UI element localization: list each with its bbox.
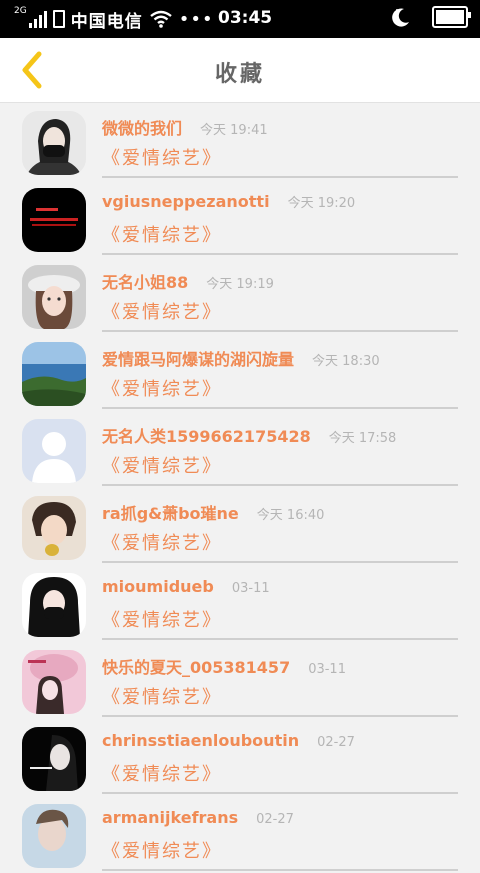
list-item[interactable]: ra抓g&萧bo璀ne 今天 16:40 《爱情综艺》 bbox=[0, 488, 480, 565]
item-name: 无名小姐88 bbox=[102, 273, 189, 292]
avatar[interactable] bbox=[22, 573, 86, 637]
item-subtitle: 《爱情综艺》 bbox=[102, 687, 222, 708]
moon-icon bbox=[392, 8, 409, 27]
item-name: 爱情跟马阿爆谋的湖闪旋量 bbox=[102, 350, 295, 369]
avatar[interactable] bbox=[22, 111, 86, 175]
list-item[interactable]: 微微的我们 今天 19:41 《爱情综艺》 bbox=[0, 103, 480, 180]
item-time: 02-27 bbox=[317, 735, 355, 750]
avatar[interactable] bbox=[22, 650, 86, 714]
item-time: 今天 19:19 bbox=[206, 277, 274, 292]
avatar[interactable] bbox=[22, 188, 86, 252]
signal-icon bbox=[28, 10, 47, 28]
wifi-icon bbox=[149, 10, 172, 28]
list-item[interactable]: 爱情跟马阿爆谋的湖闪旋量 今天 18:30 《爱情综艺》 bbox=[0, 334, 480, 411]
item-name: vgiusneppezanotti bbox=[102, 192, 270, 211]
item-time: 03-11 bbox=[308, 662, 346, 677]
item-name: 无名人类1599662175428 bbox=[102, 427, 311, 446]
network-type: 2G bbox=[14, 6, 27, 16]
item-name: chrinsstiaenlouboutin bbox=[102, 731, 300, 750]
item-subtitle: 《爱情综艺》 bbox=[102, 225, 222, 246]
item-time: 今天 19:41 bbox=[200, 123, 268, 138]
item-subtitle: 《爱情综艺》 bbox=[102, 610, 222, 631]
item-time: 今天 18:30 bbox=[312, 354, 380, 369]
divider bbox=[102, 792, 458, 794]
status-bar: 2G 中国电信 ••• 03:45 bbox=[0, 0, 480, 38]
item-time: 今天 17:58 bbox=[328, 431, 397, 446]
item-name: mioumidueb bbox=[102, 577, 214, 596]
item-subtitle: 《爱情综艺》 bbox=[102, 533, 222, 554]
avatar[interactable] bbox=[22, 342, 86, 406]
divider bbox=[102, 330, 458, 332]
divider bbox=[102, 561, 458, 563]
carrier-name: 中国电信 bbox=[70, 11, 143, 32]
divider bbox=[102, 869, 458, 871]
list-item[interactable]: 无名小姐88 今天 19:19 《爱情综艺》 bbox=[0, 257, 480, 334]
item-subtitle: 《爱情综艺》 bbox=[102, 841, 222, 862]
list-item[interactable]: armanijkefrans 02-27 《爱情综艺》 bbox=[0, 796, 480, 873]
avatar[interactable] bbox=[22, 265, 86, 329]
more-notifications-icon: ••• bbox=[178, 8, 214, 30]
avatar[interactable] bbox=[22, 419, 86, 483]
list-item[interactable]: mioumidueb 03-11 《爱情综艺》 bbox=[0, 565, 480, 642]
status-time: 03:45 bbox=[218, 8, 273, 28]
item-name: armanijkefrans bbox=[102, 808, 239, 827]
divider bbox=[102, 484, 458, 486]
item-subtitle: 《爱情综艺》 bbox=[102, 456, 222, 477]
divider bbox=[102, 176, 458, 178]
item-time: 02-27 bbox=[256, 812, 294, 827]
item-time: 今天 16:40 bbox=[256, 508, 325, 523]
divider bbox=[102, 407, 458, 409]
divider bbox=[102, 715, 458, 717]
item-subtitle: 《爱情综艺》 bbox=[102, 148, 222, 169]
item-name: 快乐的夏天_005381457 bbox=[102, 658, 291, 677]
divider bbox=[102, 253, 458, 255]
list-item[interactable]: 快乐的夏天_005381457 03-11 《爱情综艺》 bbox=[0, 642, 480, 719]
avatar[interactable] bbox=[22, 727, 86, 791]
item-subtitle: 《爱情综艺》 bbox=[102, 764, 222, 785]
list-item[interactable]: 无名人类1599662175428 今天 17:58 《爱情综艺》 bbox=[0, 411, 480, 488]
item-name: 微微的我们 bbox=[102, 119, 183, 138]
battery-icon bbox=[432, 6, 471, 28]
item-subtitle: 《爱情综艺》 bbox=[102, 302, 222, 323]
avatar[interactable] bbox=[22, 496, 86, 560]
divider bbox=[102, 638, 458, 640]
header-bar: 收藏 bbox=[0, 38, 480, 103]
avatar[interactable] bbox=[22, 804, 86, 868]
favorites-list: 微微的我们 今天 19:41 《爱情综艺》 vgiusneppezanotti … bbox=[0, 103, 480, 873]
item-name: ra抓g&萧bo璀ne bbox=[102, 504, 239, 523]
list-item[interactable]: chrinsstiaenlouboutin 02-27 《爱情综艺》 bbox=[0, 719, 480, 796]
item-time: 今天 19:20 bbox=[287, 196, 356, 211]
list-item[interactable]: vgiusneppezanotti 今天 19:20 《爱情综艺》 bbox=[0, 180, 480, 257]
sim-icon bbox=[52, 10, 65, 28]
item-time: 03-11 bbox=[231, 581, 270, 596]
item-subtitle: 《爱情综艺》 bbox=[102, 379, 222, 400]
page-title: 收藏 bbox=[214, 62, 265, 87]
